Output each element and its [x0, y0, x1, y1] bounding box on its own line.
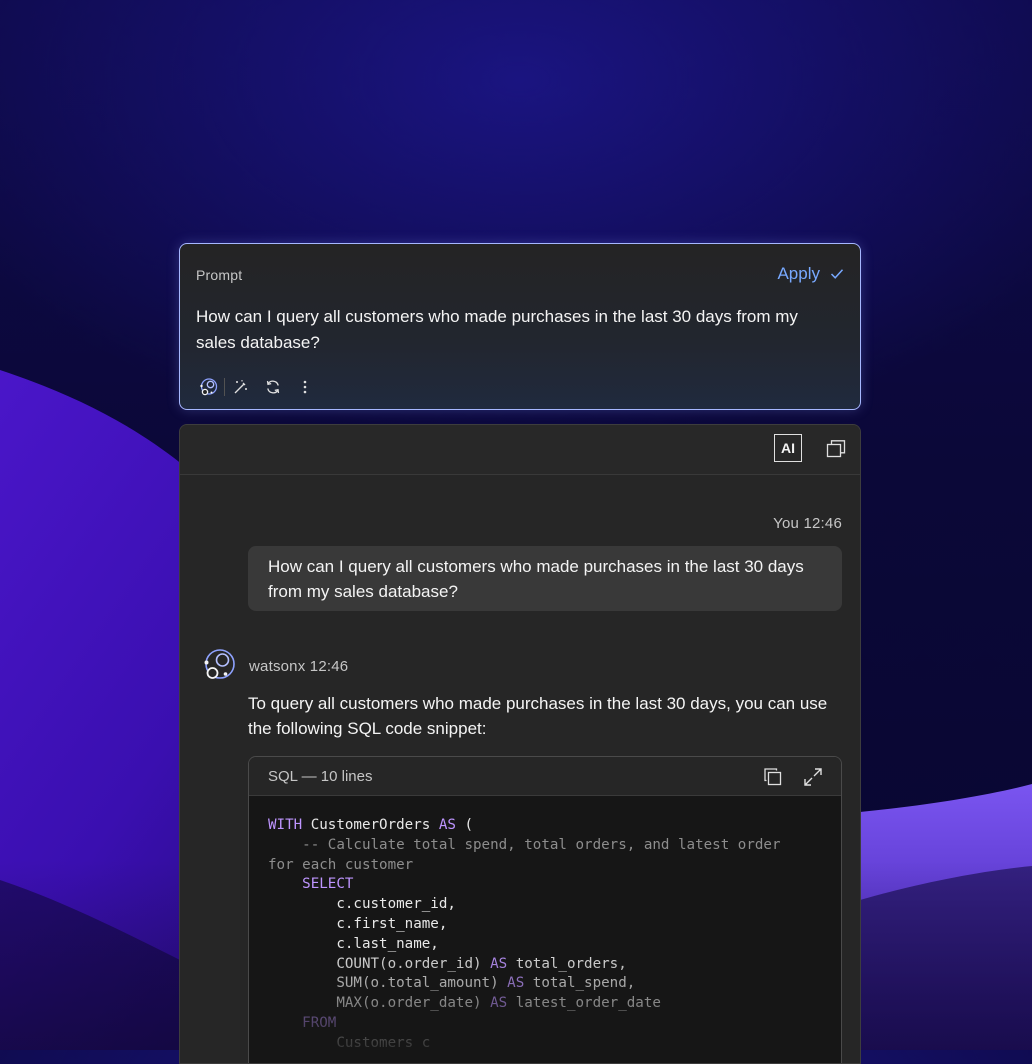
magic-wand-icon	[234, 380, 247, 394]
code-body[interactable]: WITH CustomerOrders AS ( -- Calculate to…	[249, 796, 841, 1054]
prompt-label: Prompt	[196, 267, 243, 283]
watsonx-avatar-icon	[204, 649, 235, 679]
code-snippet: SQL — 10 lines WITH CustomerOrders AS ( …	[248, 756, 842, 1063]
magic-wand-button[interactable]	[225, 376, 257, 398]
prompt-text[interactable]: How can I query all customers who made p…	[196, 304, 836, 356]
watsonx-icon	[200, 378, 218, 396]
code-line: SELECT	[302, 876, 354, 893]
apply-button[interactable]: Apply	[777, 264, 844, 284]
code-line: -- Calculate total spend, total orders, …	[268, 836, 781, 853]
code-line: SUM(o.total_amount) AS total_spend,	[268, 975, 636, 992]
code-line: for each customer	[268, 856, 414, 873]
code-line: Customers c	[268, 1034, 431, 1051]
code-line: MAX(o.order_date) AS latest_order_date	[268, 995, 661, 1012]
watsonx-button[interactable]	[192, 376, 224, 398]
refresh-icon	[266, 380, 280, 394]
chat-panel: AI You 12:46 How can I query all custome…	[179, 424, 861, 1064]
restore-window-icon[interactable]	[826, 439, 846, 459]
code-snippet-title: SQL — 10 lines	[268, 768, 373, 785]
prompt-toolbar	[192, 376, 321, 398]
checkmark-icon	[830, 269, 844, 279]
bot-message-text: To query all customers who made purchase…	[248, 694, 828, 738]
ai-label-button[interactable]: AI	[774, 434, 802, 462]
code-line: c.last_name,	[268, 935, 439, 952]
code-line: COUNT(o.order_id) AS total_orders,	[268, 955, 627, 972]
user-message-bubble: How can I query all customers who made p…	[248, 546, 842, 611]
apply-label: Apply	[777, 264, 820, 283]
chat-header: AI	[180, 425, 860, 475]
prompt-card: Prompt Apply How can I query all custome…	[179, 243, 861, 410]
user-message-meta: You 12:46	[773, 515, 842, 532]
expand-icon[interactable]	[803, 767, 823, 787]
code-line: c.first_name,	[268, 915, 448, 932]
code-snippet-header: SQL — 10 lines	[249, 757, 841, 796]
code-line: FROM	[302, 1014, 337, 1031]
code-line: c.customer_id,	[268, 896, 456, 913]
overflow-menu-icon	[303, 380, 307, 394]
copy-icon[interactable]	[763, 767, 783, 787]
overflow-menu-button[interactable]	[289, 376, 321, 398]
code-line: WITH CustomerOrders AS (	[268, 817, 474, 833]
bot-message-meta: watsonx 12:46	[249, 658, 349, 675]
refresh-button[interactable]	[257, 376, 289, 398]
